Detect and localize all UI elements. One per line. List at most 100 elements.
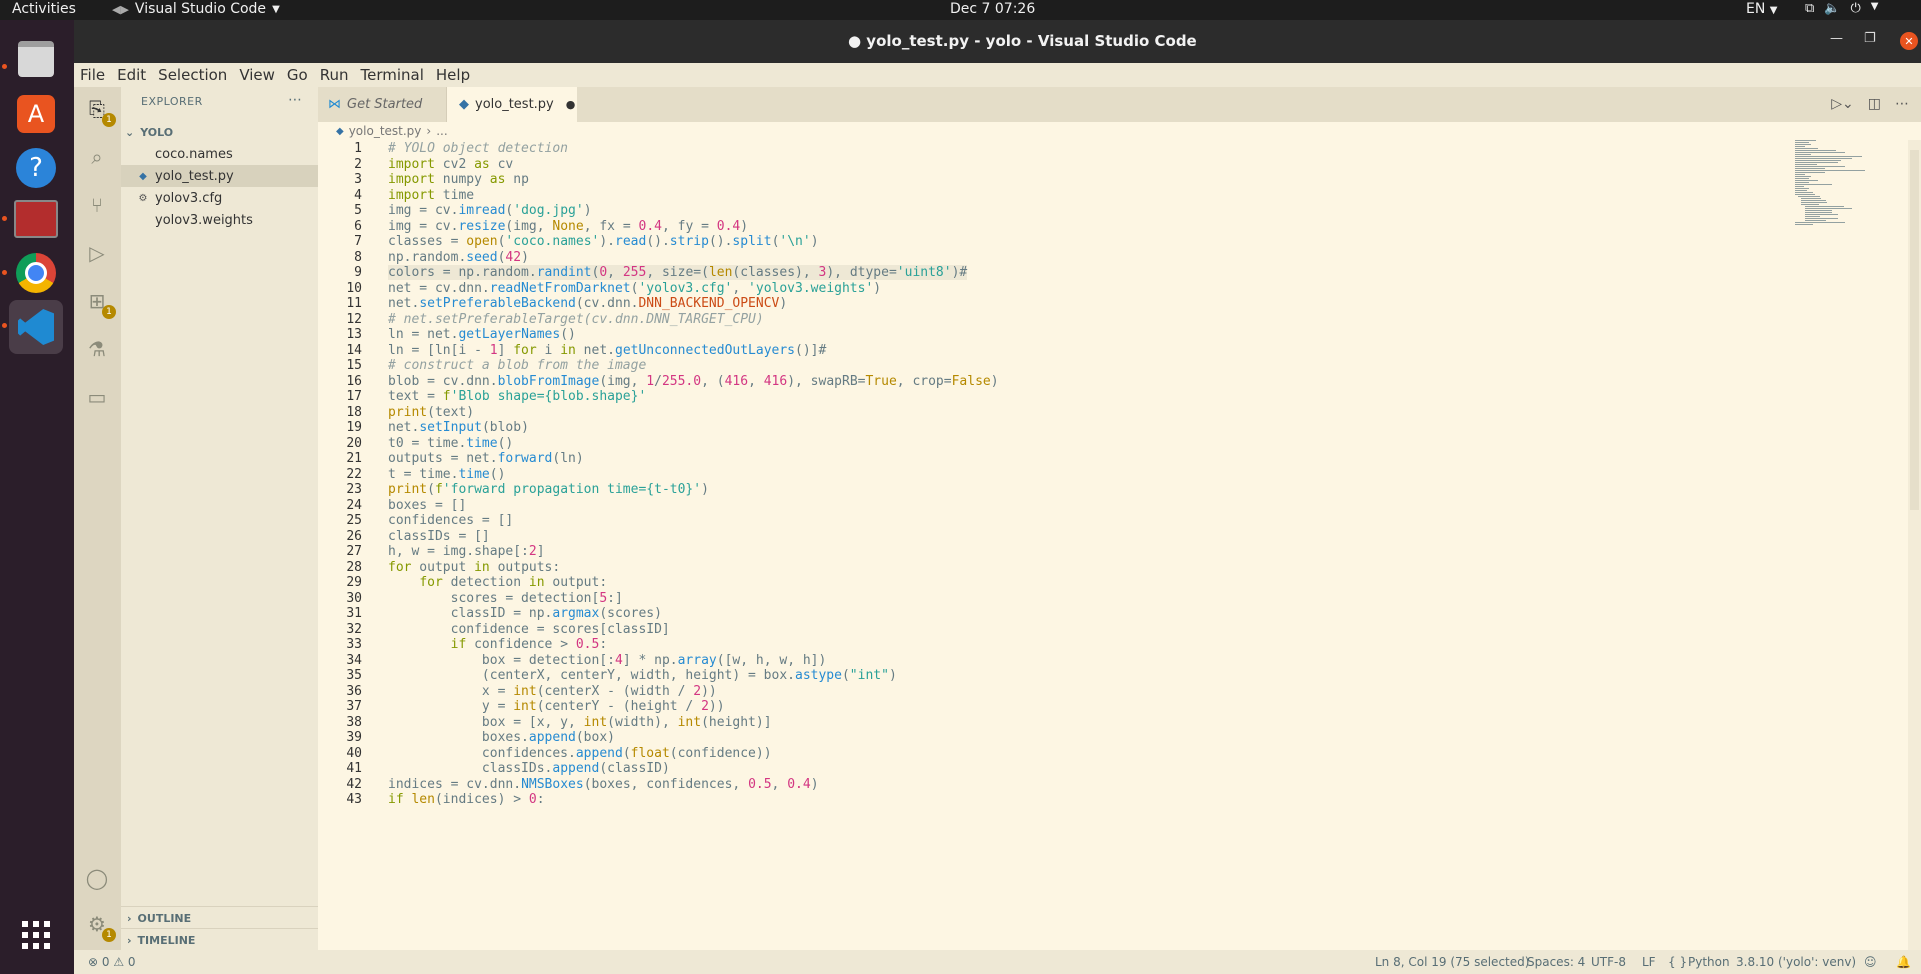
code-line[interactable]: print(f'forward propagation time={t-t0}'… xyxy=(388,482,709,497)
code-line[interactable]: boxes.append(box) xyxy=(388,730,615,745)
code-line[interactable]: print(text) xyxy=(388,405,474,420)
code-line[interactable]: import time xyxy=(388,188,474,203)
activities-button[interactable]: Activities xyxy=(12,1,76,17)
code-line[interactable]: blob = cv.dnn.blobFromImage(img, 1/255.0… xyxy=(388,374,999,389)
code-line[interactable]: np.random.seed(42) xyxy=(388,250,529,265)
unsaved-dot-icon[interactable]: ● xyxy=(566,98,576,111)
feedback-icon[interactable]: ☺ xyxy=(1864,955,1877,969)
tab-get-started[interactable]: ⋈ Get Started xyxy=(318,87,447,122)
encoding[interactable]: UTF-8 xyxy=(1591,955,1626,969)
workspace-folder[interactable]: ⌄ YOLO xyxy=(121,121,318,143)
code-line[interactable]: (centerX, centerY, width, height) = box.… xyxy=(388,668,897,683)
code-line[interactable]: box = [x, y, int(width), int(height)] xyxy=(388,715,772,730)
more-actions-icon[interactable]: ⋯ xyxy=(1895,96,1909,112)
code-line[interactable]: text = f'Blob shape={blob.shape}' xyxy=(388,389,646,404)
run-file-icon[interactable]: ▷⌄ xyxy=(1831,96,1854,112)
tab-yolo-test[interactable]: ◆ yolo_test.py ● xyxy=(447,87,577,122)
close-window-button[interactable]: ✕ xyxy=(1900,32,1918,50)
remote-explorer-icon[interactable]: ▭ xyxy=(83,383,111,411)
code-line[interactable]: y = int(centerY - (height / 2)) xyxy=(388,699,725,714)
code-line[interactable]: boxes = [] xyxy=(388,498,466,513)
menu-file[interactable]: File xyxy=(74,66,111,84)
code-line[interactable]: classID = np.argmax(scores) xyxy=(388,606,662,621)
code-line[interactable]: outputs = net.forward(ln) xyxy=(388,451,584,466)
code-line[interactable]: # YOLO object detection xyxy=(388,141,568,156)
maximize-icon[interactable]: ❐ xyxy=(1864,31,1876,46)
code-line[interactable]: if confidence > 0.5: xyxy=(388,637,608,652)
code-line[interactable]: classIDs = [] xyxy=(388,529,490,544)
input-language[interactable]: EN ▼ xyxy=(1746,1,1777,17)
menu-go[interactable]: Go xyxy=(281,66,314,84)
code-line[interactable]: scores = detection[5:] xyxy=(388,591,623,606)
code-line[interactable]: net.setInput(blob) xyxy=(388,420,529,435)
search-icon[interactable]: ⌕ xyxy=(83,143,111,171)
file-item[interactable]: yolov3.weights xyxy=(121,209,318,231)
code-line[interactable]: for output in outputs: xyxy=(388,560,560,575)
vscode-app-icon[interactable] xyxy=(9,300,63,354)
line-ending[interactable]: LF xyxy=(1642,955,1656,969)
code-line[interactable]: net.setPreferableBackend(cv.dnn.DNN_BACK… xyxy=(388,296,787,311)
code-line[interactable]: if len(indices) > 0: xyxy=(388,792,545,807)
code-line[interactable]: colors = np.random.randint(0, 255, size=… xyxy=(388,265,968,280)
menu-help[interactable]: Help xyxy=(430,66,476,84)
help-app-icon[interactable]: ? xyxy=(9,141,63,195)
timeline-section[interactable]: › TIMELINE xyxy=(121,928,318,951)
code-line[interactable]: img = cv.imread('dog.jpg') xyxy=(388,203,592,218)
code-line[interactable]: box = detection[:4] * np.array([w, h, w,… xyxy=(388,653,826,668)
indentation[interactable]: Spaces: 4 xyxy=(1527,955,1585,969)
breadcrumb-symbol[interactable]: ... xyxy=(436,124,447,138)
code-line[interactable]: # construct a blob from the image xyxy=(388,358,646,373)
problems-indicator[interactable]: ⊗ 0 ⚠ 0 xyxy=(88,955,136,969)
file-item[interactable]: coco.names xyxy=(121,143,318,165)
cursor-position[interactable]: Ln 8, Col 19 (75 selected) xyxy=(1375,955,1529,969)
code-line[interactable]: import numpy as np xyxy=(388,172,529,187)
file-item-selected[interactable]: ◆ yolo_test.py xyxy=(121,165,318,187)
language-mode[interactable]: Python xyxy=(1688,955,1730,969)
terminal-app-icon[interactable] xyxy=(9,192,63,246)
code-line[interactable]: confidences.append(float(confidence)) xyxy=(388,746,772,761)
breadcrumb-file[interactable]: yolo_test.py xyxy=(349,124,422,138)
source-control-icon[interactable]: ⑂ xyxy=(83,191,111,219)
code-line[interactable]: import cv2 as cv xyxy=(388,157,513,172)
window-title-bar[interactable]: ● yolo_test.py - yolo - Visual Studio Co… xyxy=(74,20,1921,63)
system-tray[interactable]: ⧉ 🔈 ⏻ ▼ xyxy=(1805,1,1878,16)
code-line[interactable]: indices = cv.dnn.NMSBoxes(boxes, confide… xyxy=(388,777,819,792)
code-line[interactable]: confidences = [] xyxy=(388,513,513,528)
code-line[interactable]: net = cv.dnn.readNetFromDarknet('yolov3.… xyxy=(388,281,881,296)
code-line[interactable]: ln = net.getLayerNames() xyxy=(388,327,576,342)
code-line[interactable]: confidence = scores[classID] xyxy=(388,622,670,637)
app-menu[interactable]: ◀▶ Visual Studio Code ▼ xyxy=(112,1,280,17)
code-line[interactable]: img = cv.resize(img, None, fx = 0.4, fy … xyxy=(388,219,748,234)
chrome-app-icon[interactable] xyxy=(9,246,63,300)
notifications-bell-icon[interactable]: 🔔 xyxy=(1896,955,1911,969)
python-interpreter[interactable]: 3.8.10 ('yolo': venv) xyxy=(1736,955,1856,969)
accounts-icon[interactable]: ◯ xyxy=(83,864,111,892)
code-line[interactable]: # net.setPreferableTarget(cv.dnn.DNN_TAR… xyxy=(388,312,764,327)
show-applications-icon[interactable] xyxy=(9,908,63,962)
code-line[interactable]: t0 = time.time() xyxy=(388,436,513,451)
code-line[interactable]: h, w = img.shape[:2] xyxy=(388,544,545,559)
code-line[interactable]: classes = open('coco.names').read().stri… xyxy=(388,234,819,249)
more-actions-icon[interactable]: ⋯ xyxy=(288,92,302,108)
scrollbar-thumb[interactable] xyxy=(1910,150,1919,510)
split-editor-icon[interactable]: ◫ xyxy=(1868,96,1881,112)
minimap[interactable] xyxy=(1795,140,1905,260)
code-line[interactable]: t = time.time() xyxy=(388,467,505,482)
run-debug-icon[interactable]: ▷ xyxy=(83,239,111,267)
menu-selection[interactable]: Selection xyxy=(152,66,233,84)
menu-run[interactable]: Run xyxy=(314,66,355,84)
code-line[interactable]: ln = [ln[i - 1] for i in net.getUnconnec… xyxy=(388,343,826,358)
code-line[interactable]: classIDs.append(classID) xyxy=(388,761,670,776)
menu-terminal[interactable]: Terminal xyxy=(355,66,430,84)
code-editor[interactable]: 1 # YOLO object detection 2 import cv2 as c… xyxy=(318,140,1921,950)
software-center-icon[interactable]: A xyxy=(9,87,63,141)
file-item[interactable]: ⚙ yolov3.cfg xyxy=(121,187,318,209)
editor-scrollbar[interactable] xyxy=(1908,140,1921,950)
menu-edit[interactable]: Edit xyxy=(111,66,152,84)
files-app-icon[interactable] xyxy=(9,32,63,86)
outline-section[interactable]: › OUTLINE xyxy=(121,906,318,929)
testing-icon[interactable]: ⚗ xyxy=(83,335,111,363)
menu-view[interactable]: View xyxy=(233,66,281,84)
code-line[interactable]: x = int(centerX - (width / 2)) xyxy=(388,684,717,699)
minimize-icon[interactable]: — xyxy=(1830,31,1843,46)
